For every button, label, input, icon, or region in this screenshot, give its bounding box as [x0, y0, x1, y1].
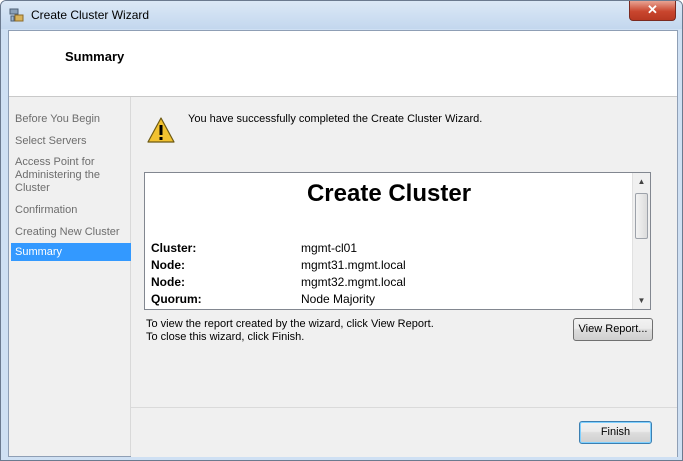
- report-row-label: Node:: [151, 258, 185, 272]
- page-title: Summary: [65, 49, 125, 64]
- cluster-app-icon: [9, 8, 24, 22]
- report-row-label: Node:: [151, 275, 185, 289]
- nav-step-summary: Summary: [11, 243, 131, 261]
- report-title: Create Cluster: [306, 180, 472, 207]
- wizard-body: Summary Before You Begin Select Servers …: [8, 30, 678, 457]
- report-view[interactable]: Create Cluster Cluster: mgmt-cl01 Node: …: [144, 172, 651, 310]
- nav-step-access-point: Access Point for Administering the Clust…: [15, 156, 100, 194]
- success-message: You have successfully completed the Crea…: [188, 113, 483, 125]
- report-row-label: Quorum:: [151, 292, 202, 306]
- nav-step-select-servers: Select Servers: [15, 135, 87, 147]
- report-scrollbar[interactable]: ▲ ▼: [632, 173, 650, 309]
- scroll-down-icon[interactable]: ▼: [633, 292, 650, 309]
- scroll-up-icon[interactable]: ▲: [633, 173, 650, 190]
- wizard-header: Summary: [9, 31, 677, 97]
- view-report-button[interactable]: View Report...: [573, 318, 653, 341]
- nav-step-before-you-begin: Before You Begin: [15, 113, 101, 125]
- wizard-window: Create Cluster Wizard ✕ Summary Before Y…: [0, 0, 683, 461]
- instruction-view-report: To view the report created by the wizard…: [146, 318, 434, 330]
- window-title: Create Cluster Wizard: [31, 8, 150, 22]
- wizard-steps-nav: Before You Begin Select Servers Access P…: [9, 97, 131, 456]
- close-button[interactable]: ✕: [629, 1, 676, 21]
- instruction-close: To close this wizard, click Finish.: [146, 331, 305, 343]
- scroll-thumb[interactable]: [635, 193, 648, 239]
- report-row-value: mgmt32.mgmt.local: [301, 275, 406, 289]
- instructions-text: To view the report created by the wizard…: [146, 318, 434, 344]
- title-bar[interactable]: Create Cluster Wizard ✕: [1, 1, 682, 29]
- report-row-value: mgmt31.mgmt.local: [301, 258, 406, 272]
- report-row-value: Node Majority: [301, 292, 376, 306]
- report-row-label: Cluster:: [151, 241, 197, 255]
- finish-button[interactable]: Finish: [579, 421, 652, 444]
- report-row-value: mgmt-cl01: [301, 241, 358, 255]
- nav-step-confirmation: Confirmation: [15, 204, 78, 216]
- nav-step-creating-new-cluster: Creating New Cluster: [15, 226, 120, 238]
- wizard-footer: Finish: [131, 407, 677, 457]
- warning-icon: [147, 117, 175, 143]
- summary-content: You have successfully completed the Crea…: [131, 97, 677, 407]
